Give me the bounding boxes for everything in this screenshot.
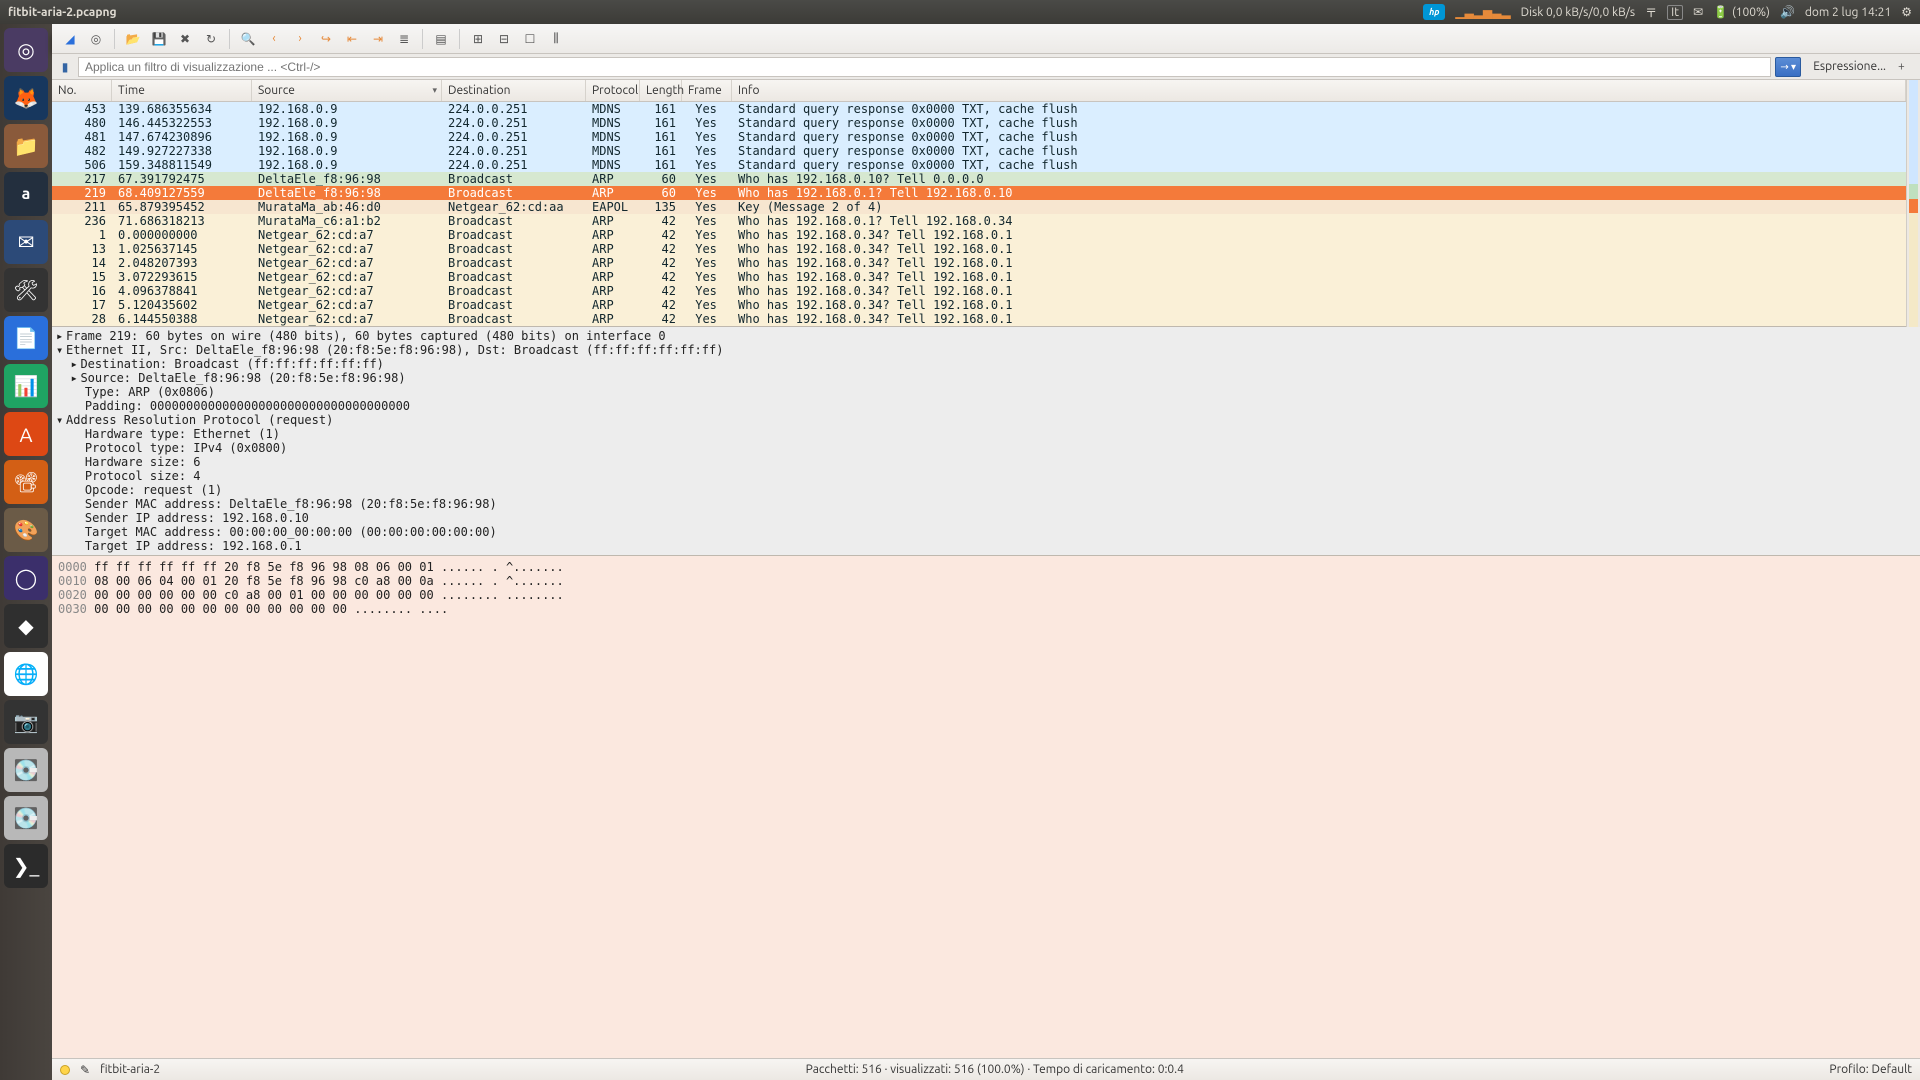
launcher-amazon[interactable]: a <box>4 172 48 216</box>
launcher-disk2[interactable]: 💽 <box>4 796 48 840</box>
capture-comments-icon[interactable]: ✎ <box>80 1063 90 1077</box>
packet-row[interactable]: 164.096378841Netgear_62:cd:a7BroadcastAR… <box>52 284 1906 298</box>
packet-row[interactable]: 482149.927227338192.168.0.9224.0.0.251MD… <box>52 144 1906 158</box>
jump-icon[interactable]: ↪ <box>314 27 338 51</box>
launcher-firefox[interactable]: 🦊 <box>4 76 48 120</box>
packet-list-header[interactable]: No. Time Source▾ Destination Protocol Le… <box>52 80 1906 102</box>
col-frame[interactable]: Frame <box>682 80 732 101</box>
packet-details[interactable]: ▸Frame 219: 60 bytes on wire (480 bits),… <box>52 327 1920 556</box>
packet-row[interactable]: 21165.879395452MurataMa_ab:46:d0Netgear_… <box>52 200 1906 214</box>
save-file-icon[interactable]: 💾 <box>147 27 171 51</box>
launcher-impress[interactable]: 📽 <box>4 460 48 504</box>
col-destination[interactable]: Destination <box>442 80 586 101</box>
goto-last-icon[interactable]: ⇥ <box>366 27 390 51</box>
launcher-dash[interactable]: ◎ <box>4 28 48 72</box>
launcher-settings[interactable]: 🛠 <box>4 268 48 312</box>
launcher-files[interactable]: 📁 <box>4 124 48 168</box>
back-icon[interactable]: ‹ <box>262 27 286 51</box>
packet-row[interactable]: 480146.445322553192.168.0.9224.0.0.251MD… <box>52 116 1906 130</box>
forward-icon[interactable]: › <box>288 27 312 51</box>
packet-row[interactable]: 21968.409127559DeltaEle_f8:96:98Broadcas… <box>52 186 1906 200</box>
tree-toggle-icon[interactable]: ▾ <box>56 413 66 427</box>
packet-row[interactable]: 23671.686318213MurataMa_c6:a1:b2Broadcas… <box>52 214 1906 228</box>
launcher-chrome[interactable]: 🌐 <box>4 652 48 696</box>
packet-row[interactable]: 506159.348811549192.168.0.9224.0.0.251MD… <box>52 158 1906 172</box>
packet-row[interactable]: 142.048207393Netgear_62:cd:a7BroadcastAR… <box>52 256 1906 270</box>
packet-row[interactable]: 21767.391792475DeltaEle_f8:96:98Broadcas… <box>52 172 1906 186</box>
window-title: fitbit-aria-2.pcapng <box>8 6 117 19</box>
auto-scroll-icon[interactable]: ≣ <box>392 27 416 51</box>
packet-row[interactable]: 10.000000000Netgear_62:cd:a7BroadcastARP… <box>52 228 1906 242</box>
clock[interactable]: dom 2 lug 14:21 <box>1805 6 1891 19</box>
mail-icon[interactable]: ✉ <box>1693 5 1703 19</box>
wifi-icon[interactable]: 〒 <box>1645 4 1657 21</box>
tree-toggle-icon[interactable]: ▸ <box>70 357 80 371</box>
col-time[interactable]: Time <box>112 80 252 101</box>
launcher-disk1[interactable]: 💽 <box>4 748 48 792</box>
add-filter-button[interactable]: + <box>1898 60 1916 73</box>
main-toolbar: ◢ ◎ 📂 💾 ✖ ↻ 🔍 ‹ › ↪ ⇤ ⇥ ≣ ▤ ⊞ ⊟ ☐ ⫼ <box>52 24 1920 54</box>
tree-toggle-icon[interactable]: ▸ <box>70 371 80 385</box>
launcher-inkscape[interactable]: ◆ <box>4 604 48 648</box>
unity-launcher: ◎ 🦊 📁 a ✉ 🛠 📄 📊 A 📽 🎨 ◯ ◆ 🌐 📷 💽 💽 ❯_ <box>0 24 52 1080</box>
colorize-icon[interactable]: ▤ <box>429 27 453 51</box>
zoom-reset-icon[interactable]: ☐ <box>518 27 542 51</box>
expert-info-icon[interactable] <box>60 1065 70 1075</box>
status-profile[interactable]: Profilo: Default <box>1829 1063 1912 1076</box>
packet-list[interactable]: No. Time Source▾ Destination Protocol Le… <box>52 80 1906 327</box>
launcher-writer[interactable]: 📄 <box>4 316 48 360</box>
tree-toggle-icon[interactable]: ▸ <box>56 329 66 343</box>
col-length[interactable]: Length <box>640 80 682 101</box>
launcher-software[interactable]: A <box>4 412 48 456</box>
reload-icon[interactable]: ↻ <box>199 27 223 51</box>
launcher-calc[interactable]: 📊 <box>4 364 48 408</box>
launcher-screenshot[interactable]: 📷 <box>4 700 48 744</box>
sort-indicator-icon: ▾ <box>432 85 437 96</box>
session-icon[interactable]: ⚙ <box>1901 5 1912 19</box>
packet-row[interactable]: 153.072293615Netgear_62:cd:a7BroadcastAR… <box>52 270 1906 284</box>
volume-icon[interactable]: 🔊 <box>1780 5 1795 19</box>
launcher-eclipse[interactable]: ◯ <box>4 556 48 600</box>
disk-indicator: Disk 0,0 kB/s/0,0 kB/s <box>1521 6 1636 19</box>
shark-fin-icon[interactable]: ◢ <box>58 27 82 51</box>
status-bar: ✎ fitbit-aria-2 Pacchetti: 516 · visuali… <box>52 1058 1920 1080</box>
filter-bar: ▮ → ▾ Espressione... + <box>52 54 1920 80</box>
packet-row[interactable]: 453139.686355634192.168.0.9224.0.0.251MD… <box>52 102 1906 116</box>
resize-cols-icon[interactable]: ⫼ <box>544 27 568 51</box>
launcher-gimp[interactable]: 🎨 <box>4 508 48 552</box>
keyboard-indicator[interactable]: It <box>1667 5 1683 20</box>
hp-indicator[interactable]: hp <box>1423 4 1445 20</box>
col-info[interactable]: Info <box>732 80 1906 101</box>
apply-filter-button[interactable]: → ▾ <box>1775 57 1801 77</box>
col-source[interactable]: Source▾ <box>252 80 442 101</box>
col-protocol[interactable]: Protocol <box>586 80 640 101</box>
packet-row[interactable]: 131.025637145Netgear_62:cd:a7BroadcastAR… <box>52 242 1906 256</box>
system-menubar: fitbit-aria-2.pcapng hp ▁▃▂▅▃▂ Disk 0,0 … <box>0 0 1920 24</box>
open-file-icon[interactable]: 📂 <box>121 27 145 51</box>
zoom-in-icon[interactable]: ⊞ <box>466 27 490 51</box>
packet-bytes[interactable]: 0000 ff ff ff ff ff ff 20 f8 5e f8 96 98… <box>52 556 1920 1058</box>
status-file: fitbit-aria-2 <box>100 1063 160 1076</box>
col-no[interactable]: No. <box>52 80 112 101</box>
find-icon[interactable]: 🔍 <box>236 27 260 51</box>
goto-first-icon[interactable]: ⇤ <box>340 27 364 51</box>
packet-row[interactable]: 481147.674230896192.168.0.9224.0.0.251MD… <box>52 130 1906 144</box>
close-file-icon[interactable]: ✖ <box>173 27 197 51</box>
tree-toggle-icon[interactable]: ▾ <box>56 343 66 357</box>
expression-button[interactable]: Espressione... <box>1805 60 1894 73</box>
toolbar-wireless-icon[interactable]: ◎ <box>84 27 108 51</box>
zoom-out-icon[interactable]: ⊟ <box>492 27 516 51</box>
wireshark-window: ◢ ◎ 📂 💾 ✖ ↻ 🔍 ‹ › ↪ ⇤ ⇥ ≣ ▤ ⊞ ⊟ ☐ ⫼ ▮ → … <box>52 24 1920 1080</box>
packet-list-scrollbar[interactable] <box>1906 80 1920 327</box>
filter-bookmark-icon[interactable]: ▮ <box>56 58 74 76</box>
display-filter-input[interactable] <box>78 57 1771 77</box>
battery-indicator[interactable]: 🔋 (100%) <box>1713 5 1770 19</box>
packet-row[interactable]: 175.120435602Netgear_62:cd:a7BroadcastAR… <box>52 298 1906 312</box>
status-packets: Pacchetti: 516 · visualizzati: 516 (100.… <box>806 1063 1184 1076</box>
launcher-thunderbird[interactable]: ✉ <box>4 220 48 264</box>
sysmon-indicator[interactable]: ▁▃▂▅▃▂ <box>1455 5 1510 19</box>
packet-row[interactable]: 286.144550388Netgear_62:cd:a7BroadcastAR… <box>52 312 1906 326</box>
launcher-terminal[interactable]: ❯_ <box>4 844 48 888</box>
